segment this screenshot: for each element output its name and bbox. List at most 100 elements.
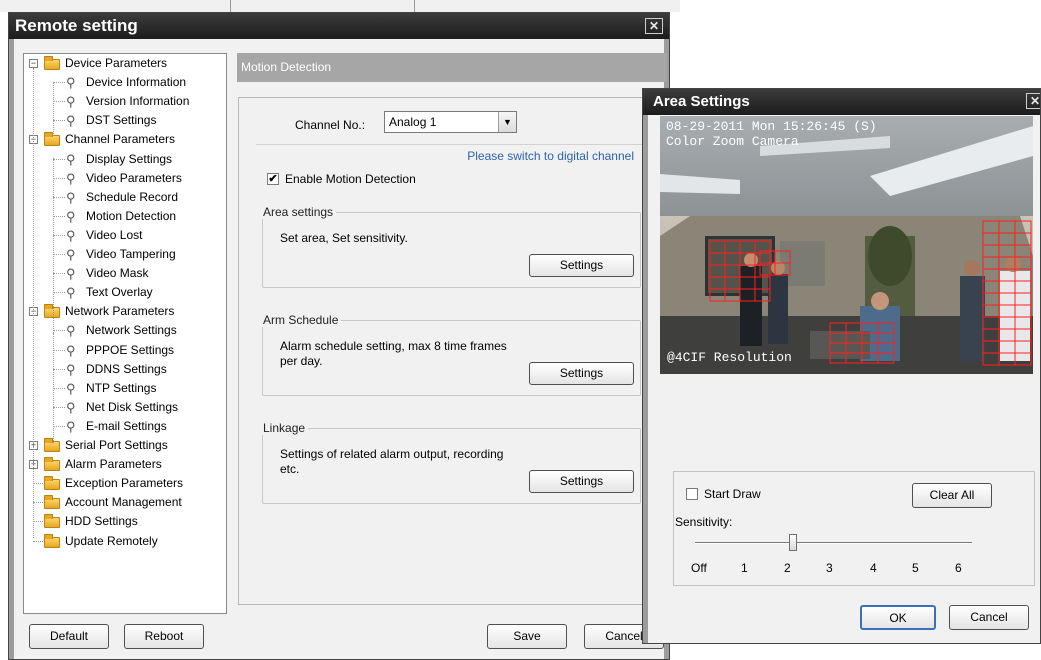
camera-scene: [660, 116, 1033, 374]
cancel-button[interactable]: Cancel: [949, 605, 1029, 630]
wrench-icon: ⚲: [66, 189, 76, 205]
tree-item-update-remotely[interactable]: Update Remotely: [24, 532, 224, 551]
sensitivity-label: Sensitivity:: [675, 515, 733, 529]
tree-item-serial-port-settings[interactable]: + Serial Port Settings: [24, 436, 224, 455]
background-window-strip: [0, 0, 680, 12]
osd-resolution: @4CIF Resolution: [667, 350, 792, 365]
chevron-down-icon[interactable]: ▼: [498, 112, 516, 132]
start-draw-checkbox[interactable]: [686, 488, 698, 500]
wrench-icon: ⚲: [66, 418, 76, 434]
arm-schedule-button[interactable]: Settings: [529, 362, 634, 385]
folder-icon: [44, 495, 60, 510]
tree-item-device-parameters[interactable]: − Device Parameters: [24, 54, 224, 73]
folder-icon: [44, 56, 60, 70]
remote-setting-window: Remote setting ✕ − Device Parameters ⚲ Devi…: [8, 12, 670, 660]
tree-item-text-overlay[interactable]: ⚲ Text Overlay: [24, 283, 224, 302]
wrench-icon: ⚲: [66, 342, 76, 358]
tree-connector: [53, 368, 65, 370]
tree-item-label: Device Parameters: [65, 56, 168, 70]
divider: [256, 144, 651, 145]
clear-all-button[interactable]: Clear All: [912, 483, 992, 508]
tree-item-ddns-settings[interactable]: ⚲ DDNS Settings: [24, 360, 224, 379]
tree-connector: [33, 540, 43, 542]
tree-connector: [53, 158, 65, 160]
arm-schedule-group: Arm Schedule Alarm schedule setting, max…: [260, 313, 641, 396]
group-description: Alarm schedule setting, max 8 time frame…: [280, 339, 507, 368]
ok-button[interactable]: OK: [860, 605, 936, 630]
tree-item-label: Video Tampering: [86, 247, 176, 261]
save-button[interactable]: Save: [487, 624, 567, 649]
wrench-icon: ⚲: [66, 113, 76, 129]
tree-item-video-tampering[interactable]: ⚲ Video Tampering: [24, 245, 224, 264]
wrench-icon: ⚲: [66, 247, 76, 262]
close-icon[interactable]: ✕: [645, 18, 663, 34]
sensitivity-slider-track[interactable]: [695, 542, 972, 544]
tree-connector: [33, 483, 43, 485]
area-settings-button[interactable]: Settings: [529, 254, 634, 277]
sensitivity-tick: 4: [870, 561, 877, 575]
tree-item-video-parameters[interactable]: ⚲ Video Parameters: [24, 169, 224, 188]
channel-select[interactable]: Analog 1 ▼: [384, 111, 517, 133]
settings-tree[interactable]: − Device Parameters ⚲ Device Information ⚲ Ve…: [23, 53, 227, 614]
switch-digital-link[interactable]: Please switch to digital channel: [439, 149, 634, 163]
tree-item-label: DST Settings: [86, 113, 157, 128]
tree-item-label: Network Settings: [86, 323, 177, 338]
tree-item-label: Net Disk Settings: [86, 399, 179, 414]
collapse-icon[interactable]: −: [29, 59, 38, 68]
tree-connector: [53, 387, 65, 389]
tree-item-ntp-settings[interactable]: ⚲ NTP Settings: [24, 379, 224, 398]
group-title: Area settings: [260, 205, 337, 219]
tree-item-channel-parameters[interactable]: − Channel Parameters: [24, 130, 224, 149]
enable-motion-checkbox[interactable]: ✔: [267, 173, 279, 185]
tree-item-label: Video Parameters: [86, 170, 182, 185]
motion-detection-panel: Motion Detection Channel No.: Analog 1 ▼…: [237, 53, 668, 615]
tree-connector: [53, 177, 65, 179]
tree-item-alarm-parameters[interactable]: + Alarm Parameters: [24, 455, 224, 474]
tree-item-version-information[interactable]: ⚲ Version Information: [24, 92, 224, 111]
sensitivity-slider-thumb[interactable]: [789, 534, 797, 551]
tree-item-network-settings[interactable]: ⚲ Network Settings: [24, 321, 224, 340]
group-description: Settings of related alarm output, record…: [280, 447, 504, 476]
tree-item-e-mail-settings[interactable]: ⚲ E-mail Settings: [24, 417, 224, 436]
tree-item-pppoe-settings[interactable]: ⚲ PPPOE Settings: [24, 341, 224, 360]
tree-item-display-settings[interactable]: ⚲ Display Settings: [24, 150, 224, 169]
camera-preview[interactable]: 08-29-2011 Mon 15:26:45 (S) Color Zoom C…: [660, 116, 1033, 374]
tree-item-hdd-settings[interactable]: HDD Settings: [24, 512, 224, 531]
tree-item-dst-settings[interactable]: ⚲ DST Settings: [24, 111, 224, 130]
tree-item-device-information[interactable]: ⚲ Device Information: [24, 73, 224, 92]
tree-connector: [53, 406, 65, 408]
osd-camera-name: Color Zoom Camera: [666, 134, 799, 149]
channel-label: Channel No.:: [295, 118, 366, 132]
wrench-icon: ⚲: [66, 380, 76, 396]
wrench-icon: ⚲: [66, 266, 76, 282]
tree-item-video-mask[interactable]: ⚲ Video Mask: [24, 264, 224, 283]
default-button[interactable]: Default: [29, 624, 109, 649]
tree-item-schedule-record[interactable]: ⚲ Schedule Record: [24, 188, 224, 207]
tree-item-label: PPPOE Settings: [86, 342, 175, 357]
wrench-icon: ⚲: [66, 208, 76, 224]
wrench-icon: ⚲: [66, 170, 76, 186]
tree-item-account-management[interactable]: Account Management: [24, 493, 224, 512]
tree-connector: [53, 82, 54, 136]
tree-connector: [53, 330, 65, 332]
sensitivity-tick: 1: [741, 561, 748, 575]
panel-body: Channel No.: Analog 1 ▼ Please switch to…: [238, 97, 668, 605]
tree-item-label: Motion Detection: [86, 208, 177, 223]
tree-item-network-parameters[interactable]: − Network Parameters: [24, 302, 224, 321]
tree-item-label: NTP Settings: [86, 380, 157, 395]
tree-item-net-disk-settings[interactable]: ⚲ Net Disk Settings: [24, 398, 224, 417]
tree-item-label: Serial Port Settings: [65, 438, 168, 452]
wrench-icon: ⚲: [66, 151, 76, 167]
close-icon[interactable]: ✕: [1026, 93, 1040, 109]
reboot-button[interactable]: Reboot: [124, 624, 204, 649]
sensitivity-tick: 2: [784, 561, 791, 575]
linkage-button[interactable]: Settings: [529, 470, 634, 493]
dialog-content: 08-29-2011 Mon 15:26:45 (S) Color Zoom C…: [648, 115, 1040, 643]
group-description: Set area, Set sensitivity.: [280, 231, 408, 245]
sensitivity-tick: Off: [691, 561, 707, 575]
tree-connector: [53, 273, 65, 275]
tree-item-label: Video Mask: [86, 266, 149, 281]
tree-item-exception-parameters[interactable]: Exception Parameters: [24, 474, 224, 493]
tree-item-video-lost[interactable]: ⚲ Video Lost: [24, 226, 224, 245]
tree-item-motion-detection[interactable]: ⚲ Motion Detection: [24, 207, 224, 226]
